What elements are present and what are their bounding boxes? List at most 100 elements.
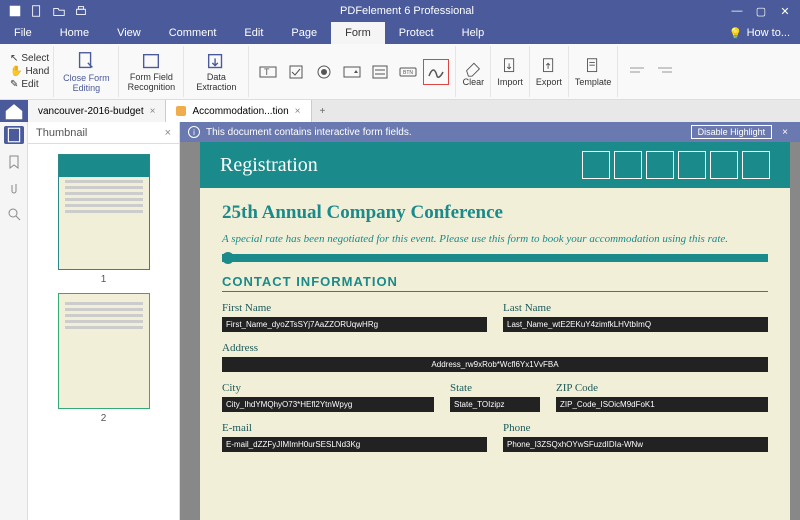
email-input[interactable]: E-mail_dZZFyJIMImH0urSESLNd3Kg <box>222 437 487 452</box>
new-icon[interactable] <box>30 4 44 18</box>
state-input[interactable]: State_TOIzipz <box>450 397 540 412</box>
form-field-recognition-button[interactable]: Form Field Recognition <box>125 51 177 93</box>
doc-tab-1[interactable]: vancouver-2016-budget× <box>28 100 166 122</box>
menu-form[interactable]: Form <box>331 22 385 44</box>
last-name-label: Last Name <box>503 302 768 314</box>
align-tool-2[interactable] <box>652 59 678 85</box>
app-icon <box>8 4 22 18</box>
first-name-input[interactable]: First_Name_dyoZTsSYj7AaZZORUqwHRg <box>222 317 487 332</box>
doc-tab-2[interactable]: Accommodation...tion× <box>166 100 311 122</box>
howto-link[interactable]: 💡How to... <box>719 27 800 40</box>
zip-input[interactable]: ZIP_Code_ISOicM9dFoK1 <box>556 397 768 412</box>
combo-tool[interactable] <box>339 59 365 85</box>
menubar: File Home View Comment Edit Page Form Pr… <box>0 22 800 44</box>
zip-label: ZIP Code <box>556 382 768 394</box>
menu-help[interactable]: Help <box>448 22 499 44</box>
cursor-icon: ↖ <box>10 53 18 64</box>
page-header-title: Registration <box>220 154 318 177</box>
banner-close-button[interactable]: × <box>778 127 792 138</box>
form-fields-banner: i This document contains interactive for… <box>180 122 800 142</box>
template-icon <box>582 56 604 78</box>
close-form-editing-button[interactable]: Close Form Editing <box>60 50 112 94</box>
open-icon[interactable] <box>52 4 66 18</box>
document-area: i This document contains interactive for… <box>180 122 800 520</box>
menu-protect[interactable]: Protect <box>385 22 448 44</box>
eraser-icon <box>462 56 484 78</box>
state-label: State <box>450 382 540 394</box>
city-input[interactable]: City_IhdYMQhyO73*HEfl2YtnWpyg <box>222 397 434 412</box>
document-pencil-icon <box>75 50 97 72</box>
doc-intro: A special rate has been negotiated for t… <box>222 232 768 246</box>
recognition-icon <box>140 51 162 73</box>
hand-icon: ✋ <box>10 66 22 77</box>
text-field-tool[interactable]: T <box>255 59 281 85</box>
home-tab-button[interactable] <box>0 100 28 122</box>
phone-input[interactable]: Phone_I3ZSQxhOYwSFuzdIDIa-WNw <box>503 437 768 452</box>
export-icon <box>538 56 560 78</box>
checkbox-tool[interactable] <box>283 59 309 85</box>
menu-view[interactable]: View <box>103 22 155 44</box>
print-icon[interactable] <box>74 4 88 18</box>
close-icon[interactable]: × <box>150 106 156 117</box>
radio-tool[interactable] <box>311 59 337 85</box>
close-icon[interactable]: × <box>295 106 301 117</box>
edit-tool[interactable]: ✎Edit <box>10 79 49 90</box>
button-tool[interactable]: BTN <box>395 59 421 85</box>
home-icon <box>0 100 28 122</box>
page-thumb-2[interactable]: 2 <box>58 293 150 424</box>
signature-tool[interactable] <box>423 59 449 85</box>
page-thumb-1[interactable]: 1 <box>58 154 150 285</box>
address-input[interactable]: Address_rw9xRob*Wcfl6Yx1VvFBA <box>222 357 768 372</box>
template-button[interactable]: Template <box>575 56 612 88</box>
maximize-button[interactable]: ▢ <box>750 2 772 20</box>
divider-bar <box>222 254 768 262</box>
import-icon <box>499 56 521 78</box>
hand-tool[interactable]: ✋Hand <box>10 66 49 77</box>
first-name-label: First Name <box>222 302 487 314</box>
align-tool-1[interactable] <box>624 59 650 85</box>
menu-page[interactable]: Page <box>277 22 331 44</box>
attachment-panel-button[interactable] <box>6 180 22 196</box>
city-label: City <box>222 382 434 394</box>
disable-highlight-button[interactable]: Disable Highlight <box>691 125 773 139</box>
doc-title: 25th Annual Company Conference <box>222 202 768 224</box>
warning-icon <box>176 106 186 116</box>
menu-edit[interactable]: Edit <box>230 22 277 44</box>
app-title: PDFelement 6 Professional <box>88 5 726 17</box>
bookmark-panel-button[interactable] <box>6 154 22 170</box>
svg-text:T: T <box>264 67 270 77</box>
menu-file[interactable]: File <box>0 22 46 44</box>
search-panel-button[interactable] <box>6 206 22 222</box>
phone-label: Phone <box>503 422 768 434</box>
document-tabstrip: vancouver-2016-budget× Accommodation...t… <box>0 100 800 122</box>
import-button[interactable]: Import <box>497 56 523 88</box>
banner-message: This document contains interactive form … <box>206 127 685 138</box>
thumbnail-panel: Thumbnail × 1 2 <box>28 122 180 520</box>
extraction-icon <box>205 51 227 73</box>
close-panel-button[interactable]: × <box>165 127 171 139</box>
thumbnail-panel-button[interactable] <box>4 126 24 144</box>
select-tool[interactable]: ↖Select <box>10 53 49 64</box>
clear-button[interactable]: Clear <box>462 56 484 88</box>
header-icons <box>582 151 770 179</box>
close-button[interactable]: ✕ <box>774 2 796 20</box>
pencil-icon: ✎ <box>10 79 18 90</box>
email-label: E-mail <box>222 422 487 434</box>
export-button[interactable]: Export <box>536 56 562 88</box>
menu-comment[interactable]: Comment <box>155 22 231 44</box>
ribbon: ↖Select ✋Hand ✎Edit Close Form Editing F… <box>0 44 800 100</box>
last-name-input[interactable]: Last_Name_wtE2EKuY4zimfkLHVtbImQ <box>503 317 768 332</box>
section-heading: CONTACT INFORMATION <box>222 274 768 292</box>
address-label: Address <box>222 342 768 354</box>
pdf-page: Registration 25th Annual Company Confere… <box>200 142 790 520</box>
titlebar: PDFelement 6 Professional — ▢ ✕ <box>0 0 800 22</box>
data-extraction-button[interactable]: Data Extraction <box>190 51 242 93</box>
list-tool[interactable] <box>367 59 393 85</box>
info-icon: i <box>188 126 200 138</box>
add-tab-button[interactable]: + <box>312 106 334 117</box>
menu-home[interactable]: Home <box>46 22 103 44</box>
side-iconbar <box>0 122 28 520</box>
minimize-button[interactable]: — <box>726 2 748 20</box>
svg-text:BTN: BTN <box>403 70 413 76</box>
thumbnail-title: Thumbnail <box>36 127 87 139</box>
